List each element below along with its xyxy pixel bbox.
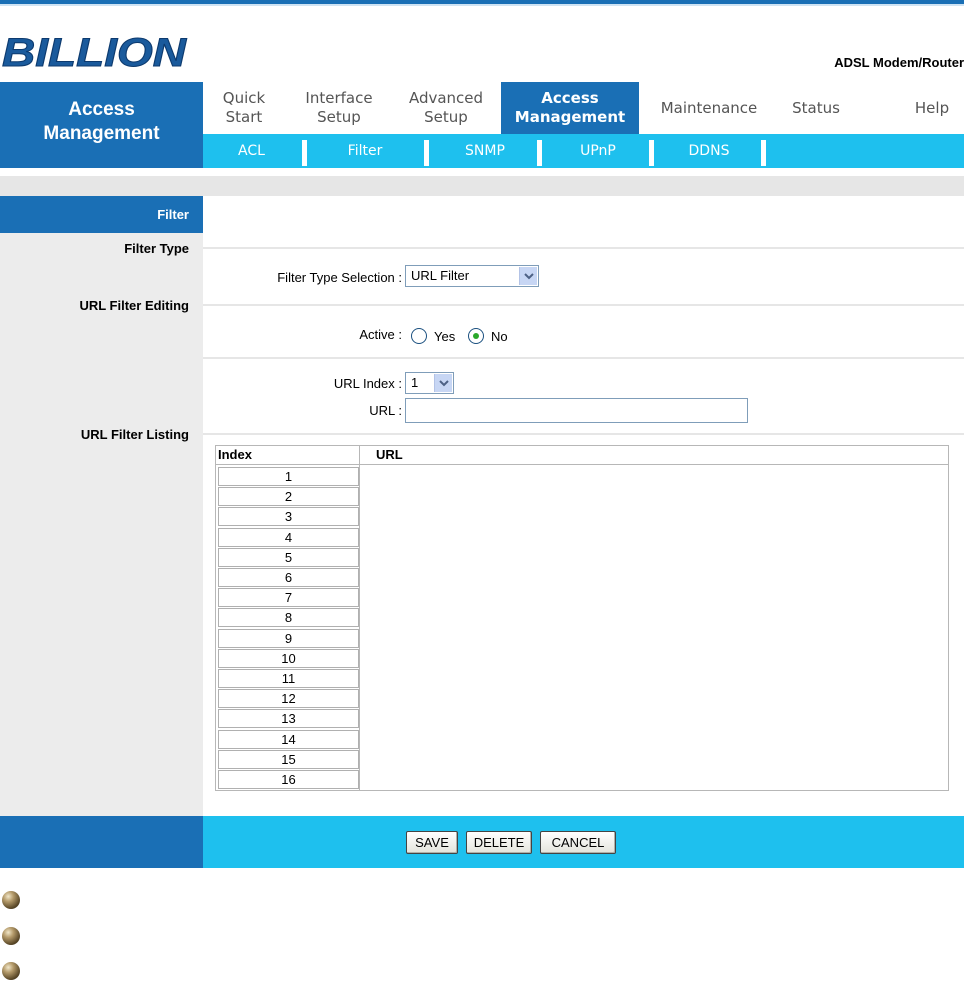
menu-advanced-setup[interactable]: Advanced Setup [397,82,495,134]
section-title: Access Management [0,82,203,168]
table-row: 16 [218,770,359,789]
table-row: 6 [218,568,359,587]
url-filter-table: Index URL 1 2 3 4 5 6 7 8 9 10 11 12 13 14 15 16 [215,445,949,791]
submenu-snmp[interactable]: SNMP [429,134,541,168]
divider [203,304,964,306]
submenu-filter[interactable]: Filter [307,134,423,168]
table-row: 5 [218,547,359,567]
submenu-acl[interactable]: ACL [203,134,300,168]
section-title-line2: Management [43,123,160,144]
bullet-icon [2,891,20,909]
main-menu: Quick Start Interface Setup Advanced Setup … [203,82,964,134]
divider [203,433,964,435]
table-row: 13 [218,709,359,729]
menu-maintenance[interactable]: Maintenance [649,82,769,134]
table-header-url: URL [376,447,403,462]
active-yes-label: Yes [434,329,456,344]
table-row: 7 [218,588,359,608]
radio-selected-dot [473,333,479,339]
table-row: 10 [218,648,359,668]
filter-heading: Filter [157,207,189,222]
chevron-down-icon [434,374,452,392]
sub-menu: ACL Filter SNMP UPnP DDNS [203,134,964,168]
bullet-icon [2,927,20,945]
billion-logo: BILLION [2,31,188,73]
table-header-index: Index [218,447,252,462]
divider [203,247,964,249]
table-column-divider [359,446,360,790]
active-no-radio[interactable] [468,328,484,344]
top-border-accent [0,4,964,6]
table-row: 2 [218,487,359,507]
table-row: 1 [218,467,359,486]
table-row: 15 [218,749,359,769]
submenu-upnp[interactable]: UPnP [542,134,654,168]
url-filter-editing-heading: URL Filter Editing [79,298,189,313]
table-row: 12 [218,689,359,709]
active-yes-radio[interactable] [411,328,427,344]
menu-quick-start[interactable]: Quick Start [203,82,285,134]
svg-text:BILLION: BILLION [2,31,187,72]
url-index-label: URL Index : [333,376,402,391]
submenu-ddns[interactable]: DDNS [654,134,764,168]
menu-access-management[interactable]: Access Management [501,82,639,134]
gray-band [0,176,964,196]
cancel-button[interactable]: CANCEL [540,831,616,854]
table-header-line [216,464,948,465]
filter-type-label: Filter Type Selection : [277,270,402,285]
chevron-down-icon [519,267,537,285]
menu-help[interactable]: Help [903,82,961,134]
table-row: 4 [218,527,359,547]
url-index-value: 1 [411,375,419,390]
table-row: 8 [218,608,359,628]
footer-left [0,816,203,868]
active-label: Active : [359,327,402,342]
left-column [0,196,203,816]
active-no-label: No [491,329,508,344]
url-label: URL : [369,403,402,418]
delete-button[interactable]: DELETE [466,831,532,854]
menu-status[interactable]: Status [779,82,853,134]
product-name: ADSL Modem/Router [834,55,964,70]
url-filter-listing-heading: URL Filter Listing [80,427,189,442]
table-row: 3 [218,507,359,527]
table-row: 14 [218,729,359,749]
submenu-separator [761,140,766,166]
filter-type-heading: Filter Type [124,241,189,256]
table-row: 9 [218,628,359,648]
menu-interface-setup[interactable]: Interface Setup [291,82,387,134]
filter-type-select[interactable]: URL Filter [405,265,539,287]
url-index-select[interactable]: 1 [405,372,454,394]
url-input[interactable] [405,398,748,423]
divider [203,357,964,359]
filter-type-value: URL Filter [411,268,470,283]
table-row: 11 [218,669,359,688]
save-button[interactable]: SAVE [406,831,458,854]
bullet-icon [2,962,20,980]
section-title-line1: Access [68,99,135,120]
